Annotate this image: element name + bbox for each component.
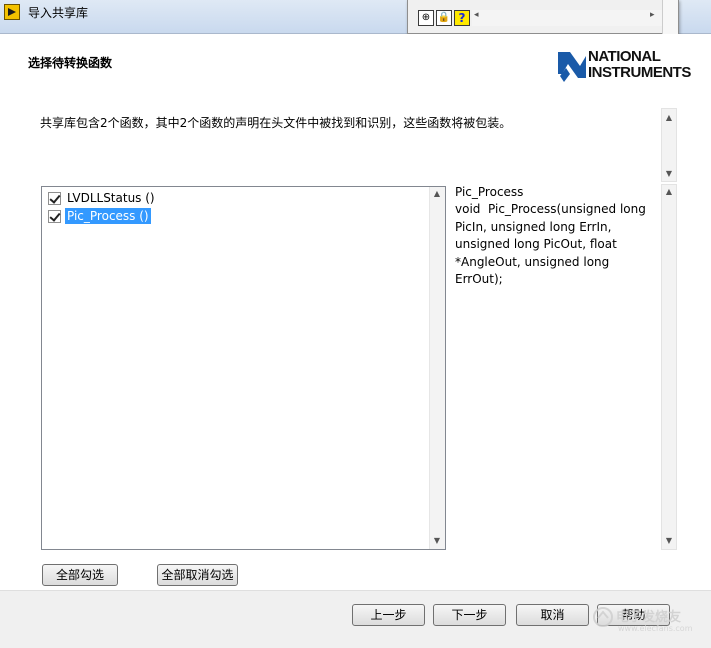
scroll-up-icon[interactable]: ▲ (662, 187, 676, 196)
ni-logo-text: NATIONAL INSTRUMENTS (588, 49, 691, 81)
logo-line-1: NATIONAL (588, 48, 661, 65)
floating-toolbar: ⊕ 🔒 ? ◂ ▸ (407, 0, 679, 34)
scroll-down-icon[interactable]: ▼ (662, 169, 676, 178)
watermark-logo-icon (593, 607, 613, 627)
function-checkbox[interactable] (48, 191, 61, 205)
function-checkbox[interactable] (48, 209, 61, 223)
next-button[interactable]: 下一步 (433, 604, 506, 626)
function-label[interactable]: Pic_Process () (64, 207, 152, 225)
scroll-up-icon[interactable]: ▲ (430, 189, 444, 198)
labview-app-icon (4, 4, 20, 20)
cancel-button[interactable]: 取消 (516, 604, 589, 626)
function-list-scrollbar[interactable]: ▲ ▼ (429, 187, 445, 549)
function-item[interactable]: Pic_Process () (48, 207, 152, 225)
ni-eagle-icon (558, 52, 586, 82)
function-item[interactable]: LVDLLStatus () (48, 190, 157, 206)
scroll-down-icon[interactable]: ▼ (430, 536, 444, 545)
watermark: 电子发烧友 www.elecfans.com (592, 598, 704, 642)
watermark-url: www.elecfans.com (618, 624, 693, 633)
watermark-text: 电子发烧友 (616, 610, 682, 625)
scroll-left-icon[interactable]: ◂ (474, 10, 479, 20)
toolbar-hscrollbar[interactable] (472, 10, 662, 26)
window-title: 导入共享库 (28, 6, 89, 20)
function-prototype-panel: Pic_Process void Pic_Process(unsigned lo… (455, 184, 660, 550)
ni-logo: NATIONAL INSTRUMENTS (556, 48, 706, 86)
scroll-right-icon[interactable]: ▸ (650, 10, 655, 20)
page-heading: 选择待转换函数 (28, 56, 113, 70)
function-label[interactable]: LVDLLStatus () (65, 190, 157, 206)
wizard-header: 选择待转换函数 NATIONAL INSTRUMENTS (0, 34, 711, 98)
scroll-down-icon[interactable]: ▼ (662, 536, 676, 545)
probe-icon[interactable]: ⊕ (418, 10, 434, 26)
lock-icon[interactable]: 🔒 (436, 10, 452, 26)
help-icon[interactable]: ? (454, 10, 470, 26)
prototype-name: Pic_Process (455, 185, 524, 199)
scroll-up-icon[interactable]: ▲ (662, 113, 676, 122)
description-scrollbar[interactable]: ▲ ▼ (661, 108, 677, 182)
prototype-scrollbar[interactable]: ▲ ▼ (661, 184, 677, 550)
back-button[interactable]: 上一步 (352, 604, 425, 626)
description-text: 共享库包含2个函数，其中2个函数的声明在头文件中被找到和识别，这些函数将被包装。 (40, 116, 512, 130)
logo-line-2: INSTRUMENTS (588, 64, 691, 81)
select-all-button[interactable]: 全部勾选 (42, 564, 118, 586)
prototype-signature: void Pic_Process(unsigned long PicIn, un… (455, 202, 650, 287)
deselect-all-button[interactable]: 全部取消勾选 (157, 564, 238, 586)
function-list[interactable]: LVDLLStatus () Pic_Process () ▲ ▼ (41, 186, 446, 550)
toolbar-vscrollbar[interactable] (662, 0, 678, 34)
